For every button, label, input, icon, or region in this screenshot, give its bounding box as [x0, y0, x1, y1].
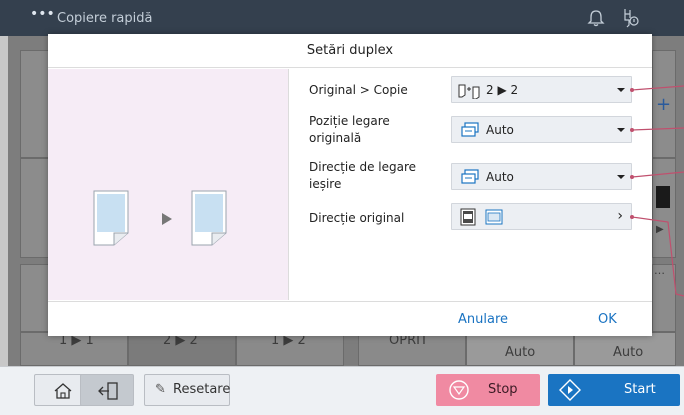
original-binding-dropdown[interactable]: Auto: [451, 116, 632, 143]
reset-label: Resetare: [173, 382, 231, 397]
home-icon: [54, 383, 72, 399]
top-bar: ••• Copiere rapidă: [0, 0, 684, 36]
bg-cell-label: Auto: [505, 345, 536, 360]
chevron-right-icon: ›: [617, 208, 623, 224]
start-icon: [559, 379, 581, 401]
bg-cell: OPRIT: [358, 332, 466, 366]
duplex-pages-icon: [458, 84, 480, 99]
app-title: Copiere rapidă: [57, 11, 153, 26]
binding-icon: [461, 169, 479, 184]
dialog-title: Setări duplex: [48, 34, 652, 68]
more-icon: …: [654, 264, 665, 277]
dialog-footer: Anulare OK: [48, 301, 652, 336]
dropdown-caret-icon: [617, 88, 625, 92]
start-label: Start: [624, 382, 656, 397]
copy-page-icon: [191, 190, 227, 246]
job-status-icon[interactable]: [618, 6, 642, 30]
stop-icon: [449, 380, 469, 400]
cancel-button[interactable]: Anulare: [458, 312, 508, 327]
menu-icon[interactable]: •••: [30, 7, 55, 27]
plus-icon: +: [656, 94, 672, 115]
original-direction-button[interactable]: ›: [451, 203, 632, 230]
bottom-bar: ✎ Resetare Stop Start: [0, 366, 684, 415]
original-page-icon: [93, 190, 129, 246]
bg-cell: 1 ▶ 2: [236, 332, 344, 366]
dropdown-caret-icon: [617, 175, 625, 179]
orientation-icons: [460, 208, 503, 226]
bg-cell: 1 ▶ 1: [20, 332, 128, 366]
original-binding-label: Poziție legare originală: [309, 114, 390, 145]
original-copy-dropdown[interactable]: 2 ▶ 2: [451, 76, 632, 103]
duplex-settings-dialog: Setări duplex Original > Copie 2 ▶ 2 Poz…: [48, 34, 652, 336]
stop-label: Stop: [488, 382, 518, 397]
bg-panel: [652, 158, 676, 258]
original-copy-label: Original > Copie: [309, 83, 408, 97]
ok-button[interactable]: OK: [598, 312, 617, 327]
pencil-icon: ✎: [155, 382, 166, 397]
bg-cell: Auto: [466, 332, 574, 366]
output-binding-value: Auto: [486, 170, 514, 184]
arrow-right-icon: ▶: [656, 224, 664, 235]
dark-block-icon: [656, 186, 670, 208]
exit-icon: [98, 382, 118, 400]
original-direction-label: Direcție original: [309, 211, 405, 225]
duplex-preview-illustration: [93, 190, 227, 246]
bell-icon[interactable]: [586, 8, 606, 28]
back-button[interactable]: [80, 374, 134, 406]
output-binding-label: Direcție de legare ieșire: [309, 160, 417, 191]
arrow-right-icon: [162, 213, 172, 225]
stop-button[interactable]: Stop: [436, 374, 540, 406]
output-binding-dropdown[interactable]: Auto: [451, 163, 632, 190]
original-copy-value: 2 ▶ 2: [486, 83, 519, 97]
bg-cell: 2 ▶ 2: [128, 332, 236, 366]
dropdown-caret-icon: [617, 128, 625, 132]
duplex-preview: [48, 69, 289, 300]
binding-icon: [461, 122, 479, 137]
original-binding-value: Auto: [486, 123, 514, 137]
start-button[interactable]: Start: [548, 374, 680, 406]
bg-cell: Auto: [574, 332, 676, 366]
bg-cell-label: Auto: [613, 345, 644, 360]
reset-button[interactable]: ✎ Resetare: [144, 374, 230, 406]
